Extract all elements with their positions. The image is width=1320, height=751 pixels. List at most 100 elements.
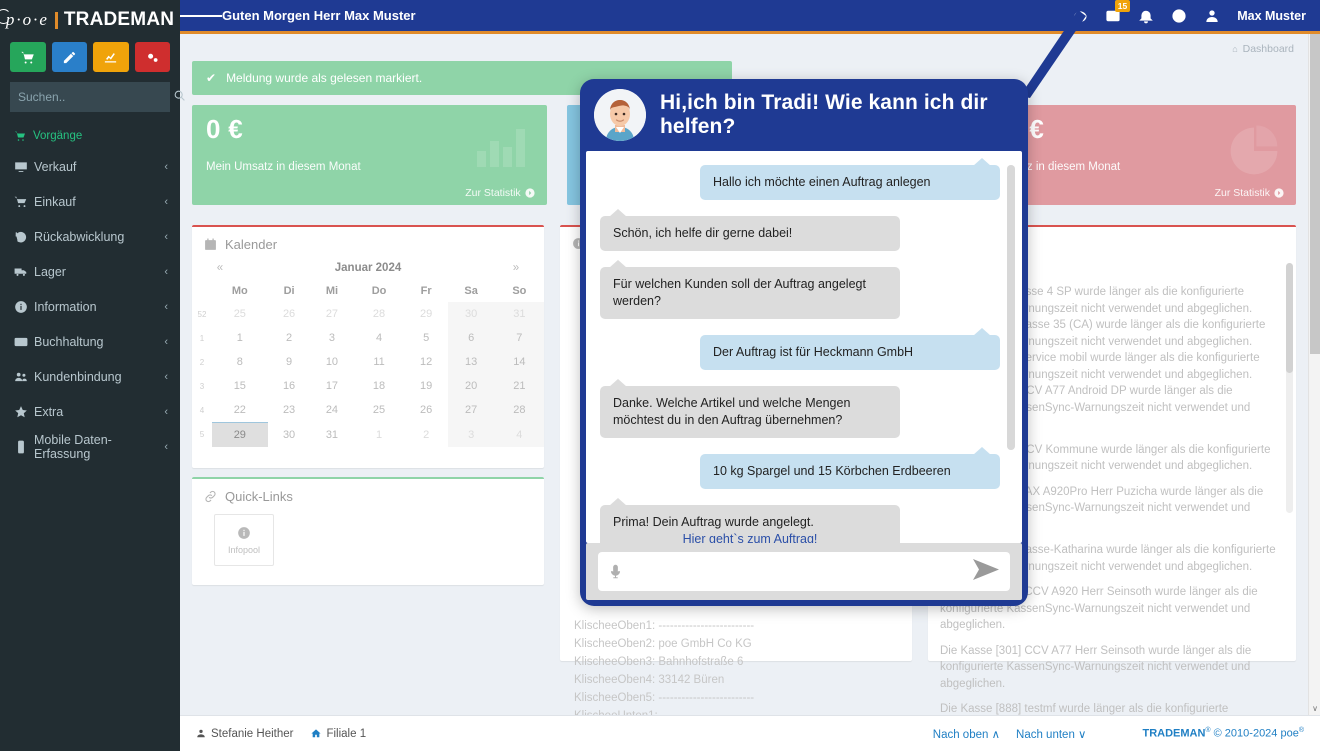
calendar-day-cell[interactable]: 7 bbox=[494, 326, 544, 350]
page-scrollbar[interactable]: ∨ bbox=[1308, 34, 1320, 715]
chat-message-link[interactable]: Hier geht`s zum Auftrag! bbox=[613, 531, 887, 543]
calendar-panel-header: Kalender bbox=[192, 227, 544, 260]
chat-scrollbar[interactable] bbox=[1007, 165, 1015, 450]
mail-icon-button[interactable]: 15 bbox=[1105, 0, 1131, 24]
calendar-day-cell[interactable]: 28 bbox=[353, 302, 404, 326]
calendar-day-cell[interactable]: 29 bbox=[405, 302, 448, 326]
search-icon[interactable] bbox=[173, 89, 186, 105]
calendar-week-row: 5 29 30 31 1 2 3 4 bbox=[192, 422, 544, 448]
calendar-day-cell[interactable]: 3 bbox=[311, 326, 354, 350]
calendar-day-cell[interactable]: 17 bbox=[311, 374, 354, 398]
calendar-day-cell[interactable]: 24 bbox=[311, 398, 354, 423]
sidebar-item-kundenbindung[interactable]: Kundenbindung ‹ bbox=[0, 359, 180, 394]
info-icon bbox=[14, 300, 34, 314]
sidebar-item-lager[interactable]: Lager ‹ bbox=[0, 254, 180, 289]
username-label[interactable]: Max Muster bbox=[1237, 9, 1306, 23]
sidebar-item-rueckabwicklung[interactable]: Rückabwicklung ‹ bbox=[0, 219, 180, 254]
calendar-day-cell[interactable]: 4 bbox=[353, 326, 404, 350]
calendar-week-number: 2 bbox=[199, 357, 205, 367]
calendar-day-cell[interactable]: 9 bbox=[268, 350, 311, 374]
calendar-day-cell[interactable]: 25 bbox=[212, 302, 268, 326]
scroll-to-bottom-link[interactable]: Nach unten ∨ bbox=[1016, 727, 1086, 741]
stats-button[interactable] bbox=[93, 42, 129, 72]
cart-icon bbox=[14, 195, 34, 209]
klischee-line: KlischeeOben5: ------------------------- bbox=[574, 692, 755, 704]
settings-button[interactable] bbox=[134, 42, 170, 72]
home-icon[interactable]: ⌂ bbox=[1232, 44, 1237, 54]
avatar[interactable] bbox=[1204, 8, 1220, 24]
calendar-day-cell[interactable]: 1 bbox=[212, 326, 268, 350]
sidebar-item-information[interactable]: Information ‹ bbox=[0, 289, 180, 324]
monitor-icon bbox=[14, 160, 34, 174]
calendar-day-cell[interactable]: 23 bbox=[268, 398, 311, 423]
calendar-day-cell[interactable]: 19 bbox=[405, 374, 448, 398]
messages-scrollbar-thumb[interactable] bbox=[1286, 263, 1293, 373]
chat-dialog-header: Hi,ich bin Tradi! Wie kann ich dir helfe… bbox=[586, 85, 1022, 151]
calendar-day-cell[interactable]: 30 bbox=[447, 302, 495, 326]
scroll-to-top-link[interactable]: Nach oben ∧ bbox=[933, 727, 1000, 741]
page-scrollbar-thumb[interactable] bbox=[1310, 34, 1320, 354]
chat-input-wrapper[interactable] bbox=[598, 552, 1010, 591]
calendar-day-cell[interactable]: 15 bbox=[212, 374, 268, 398]
calendar-day-cell[interactable]: 2 bbox=[405, 423, 448, 448]
messages-scrollbar[interactable] bbox=[1286, 263, 1293, 513]
calendar-day-cell[interactable]: 2 bbox=[268, 326, 311, 350]
sidebar-item-einkauf[interactable]: Einkauf ‹ bbox=[0, 184, 180, 219]
sidebar-item-buchhaltung[interactable]: Buchhaltung ‹ bbox=[0, 324, 180, 359]
calendar-day-cell[interactable]: 25 bbox=[353, 398, 404, 423]
scroll-down-arrow-icon[interactable]: ∨ bbox=[1309, 703, 1320, 715]
calendar-day-cell[interactable]: 4 bbox=[494, 422, 544, 447]
chat-scrollbar-thumb[interactable] bbox=[1007, 165, 1015, 450]
calendar-day-cell[interactable]: 27 bbox=[311, 302, 354, 326]
chevron-left-icon: ‹ bbox=[164, 160, 168, 173]
calendar-day-cell[interactable]: 20 bbox=[447, 374, 495, 398]
calendar-day-cell[interactable]: 21 bbox=[494, 374, 544, 398]
calendar-day-cell[interactable]: 29 bbox=[212, 422, 268, 447]
search-input[interactable] bbox=[18, 90, 173, 104]
stat-card-umsatz[interactable]: 0 € Mein Umsatz in diesem Monat Zur Stat… bbox=[192, 105, 547, 205]
footer-user[interactable]: Stefanie Heither bbox=[196, 728, 293, 740]
sidebar-item-mobile-daten-erfassung[interactable]: Mobile Daten-Erfassung ‹ bbox=[0, 429, 180, 464]
stat-link[interactable]: Zur Statistik bbox=[1215, 187, 1284, 199]
calendar-day-cell[interactable]: 28 bbox=[494, 398, 544, 423]
edit-button[interactable] bbox=[51, 42, 87, 72]
calendar-prev-button[interactable]: « bbox=[202, 262, 238, 274]
calendar-day-cell[interactable]: 14 bbox=[494, 350, 544, 374]
calendar-day-cell[interactable]: 6 bbox=[447, 326, 495, 350]
calendar-day-cell[interactable]: 13 bbox=[447, 350, 495, 374]
sidebar: p·o·e TRADEMAN Vorg bbox=[0, 0, 185, 751]
send-button[interactable] bbox=[972, 558, 1000, 586]
stat-link[interactable]: Zur Statistik bbox=[465, 187, 535, 199]
calendar-day-cell[interactable]: 3 bbox=[447, 422, 495, 447]
cart-button[interactable] bbox=[10, 42, 46, 72]
footer-branch[interactable]: Filiale 1 bbox=[311, 728, 366, 740]
brand-logo[interactable]: p·o·e TRADEMAN bbox=[0, 0, 180, 34]
calendar-day-cell[interactable]: 11 bbox=[353, 350, 404, 374]
help-icon-button[interactable] bbox=[1171, 8, 1187, 24]
notifications-icon-button[interactable] bbox=[1138, 8, 1154, 24]
calendar-day-cell[interactable]: 26 bbox=[268, 302, 311, 326]
calendar-day-cell[interactable]: 31 bbox=[494, 302, 544, 326]
calendar-day-cell[interactable]: 27 bbox=[447, 398, 495, 423]
calendar-day-cell[interactable]: 30 bbox=[268, 423, 311, 448]
calendar-day-cell[interactable]: 1 bbox=[353, 423, 404, 448]
calendar-day-cell[interactable]: 5 bbox=[405, 326, 448, 350]
search-box[interactable] bbox=[10, 82, 185, 112]
calendar-day-cell[interactable]: 16 bbox=[268, 374, 311, 398]
chat-input[interactable] bbox=[631, 564, 964, 579]
sidebar-toggle-button[interactable] bbox=[180, 13, 222, 19]
mail-badge: 15 bbox=[1114, 0, 1131, 12]
quicklink-tile-infopool[interactable]: Infopool bbox=[214, 514, 274, 566]
calendar-day-cell[interactable]: 12 bbox=[405, 350, 448, 374]
chevron-left-icon: ‹ bbox=[164, 230, 168, 243]
calendar-day-cell[interactable]: 22 bbox=[212, 398, 268, 423]
calendar-day-cell[interactable]: 26 bbox=[405, 398, 448, 423]
calendar-day-cell[interactable]: 8 bbox=[212, 350, 268, 374]
calendar-day-cell[interactable]: 31 bbox=[311, 423, 354, 448]
calendar-panel: Kalender « Januar 2024 » Mo Di Mi Do Fr … bbox=[192, 225, 544, 468]
calendar-day-cell[interactable]: 18 bbox=[353, 374, 404, 398]
sidebar-item-verkauf[interactable]: Verkauf ‹ bbox=[0, 149, 180, 184]
calendar-day-cell[interactable]: 10 bbox=[311, 350, 354, 374]
calendar-next-button[interactable]: » bbox=[498, 262, 534, 274]
sidebar-item-extra[interactable]: Extra ‹ bbox=[0, 394, 180, 429]
